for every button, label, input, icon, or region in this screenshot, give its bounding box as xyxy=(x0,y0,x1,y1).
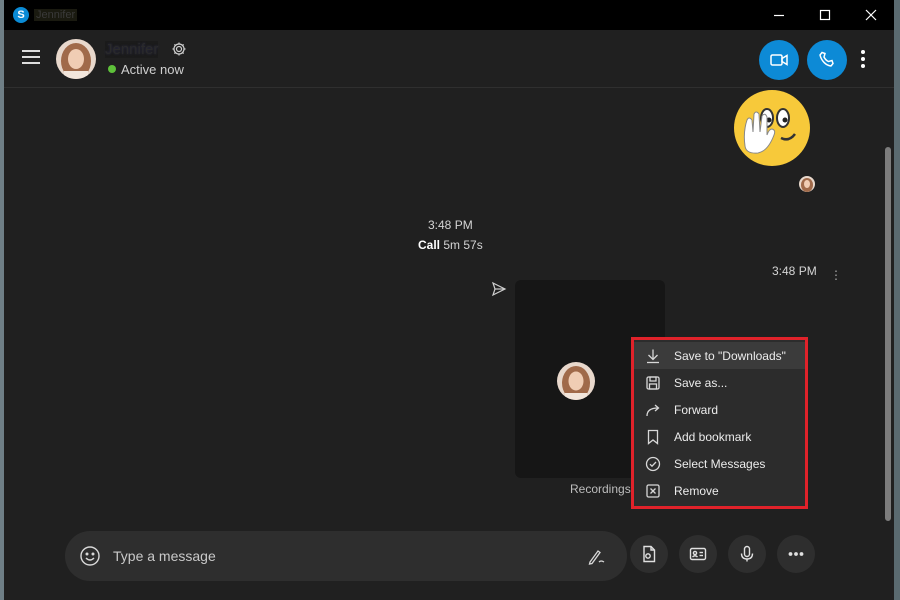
read-receipt-avatar xyxy=(799,176,815,192)
phone-icon xyxy=(819,51,834,67)
scrollbar-thumb[interactable] xyxy=(885,147,891,521)
voice-message-button[interactable] xyxy=(728,535,766,573)
emoji-picker-icon[interactable] xyxy=(79,545,101,572)
skype-window: S Jennifer Jennifer Active now 3:48 PM C… xyxy=(4,0,894,600)
remove-icon xyxy=(644,482,662,500)
video-call-button[interactable] xyxy=(759,40,799,80)
bookmark-icon xyxy=(644,428,662,446)
message-options-icon[interactable]: ⋮ xyxy=(830,268,842,282)
media-file-icon xyxy=(643,545,656,563)
contact-avatar[interactable] xyxy=(56,39,96,79)
contact-name[interactable]: Jennifer xyxy=(105,41,159,58)
wave-emoji-icon xyxy=(731,88,813,168)
hamburger-menu-icon[interactable] xyxy=(22,50,40,64)
forward-icon xyxy=(644,401,662,419)
share-media-button[interactable] xyxy=(630,535,668,573)
more-options-icon[interactable] xyxy=(856,50,870,70)
chat-header: Jennifer Active now xyxy=(4,30,894,88)
save-icon xyxy=(644,374,662,392)
check-circle-icon xyxy=(644,455,662,473)
menu-item-label: Select Messages xyxy=(674,456,766,471)
presence-label: Active now xyxy=(121,62,184,77)
gear-icon[interactable] xyxy=(171,41,187,62)
skype-logo-icon: S xyxy=(13,7,29,23)
desktop-background-right xyxy=(893,0,900,600)
menu-item-label: Remove xyxy=(674,483,719,498)
call-label: Call xyxy=(418,238,441,252)
contact-card-icon xyxy=(689,547,707,561)
window-title: Jennifer xyxy=(34,9,78,21)
message-composer xyxy=(65,531,627,581)
maximize-button[interactable] xyxy=(802,0,848,30)
menu-item-save-to-downloads[interactable]: Save to "Downloads" xyxy=(634,342,805,369)
download-icon xyxy=(644,347,662,365)
menu-item-label: Save as... xyxy=(674,375,728,390)
message-input[interactable] xyxy=(113,545,573,567)
minimize-button[interactable] xyxy=(756,0,802,30)
contact-card-button[interactable] xyxy=(679,535,717,573)
text-format-pen-icon[interactable] xyxy=(587,546,607,571)
menu-item-save-as[interactable]: Save as... xyxy=(634,369,805,396)
call-duration: 5m 57s xyxy=(443,238,483,252)
title-bar: S Jennifer xyxy=(4,0,894,30)
microphone-icon xyxy=(740,545,754,562)
more-actions-button[interactable] xyxy=(777,535,815,573)
menu-item-label: Forward xyxy=(674,402,719,417)
call-summary: Call 5m 57s xyxy=(418,238,483,252)
menu-item-select-messages[interactable]: Select Messages xyxy=(634,450,805,477)
audio-call-button[interactable] xyxy=(807,40,847,80)
online-dot-icon xyxy=(108,65,116,73)
recording-label: Recordings xyxy=(570,482,631,496)
menu-item-add-bookmark[interactable]: Add bookmark xyxy=(634,423,805,450)
video-camera-icon xyxy=(770,54,788,66)
call-timestamp: 3:48 PM xyxy=(428,218,473,232)
menu-item-label: Save to "Downloads" xyxy=(674,348,786,363)
recording-timestamp: 3:48 PM xyxy=(772,264,817,278)
share-arrow-icon[interactable] xyxy=(491,281,507,302)
more-horizontal-icon xyxy=(788,552,804,556)
menu-item-forward[interactable]: Forward xyxy=(634,396,805,423)
close-button[interactable] xyxy=(848,0,894,30)
message-context-menu: Save to "Downloads" Save as... Forward A… xyxy=(631,337,808,509)
recording-avatar xyxy=(557,362,595,400)
menu-item-remove[interactable]: Remove xyxy=(634,477,805,504)
presence-status: Active now xyxy=(108,62,184,77)
menu-item-label: Add bookmark xyxy=(674,429,752,444)
